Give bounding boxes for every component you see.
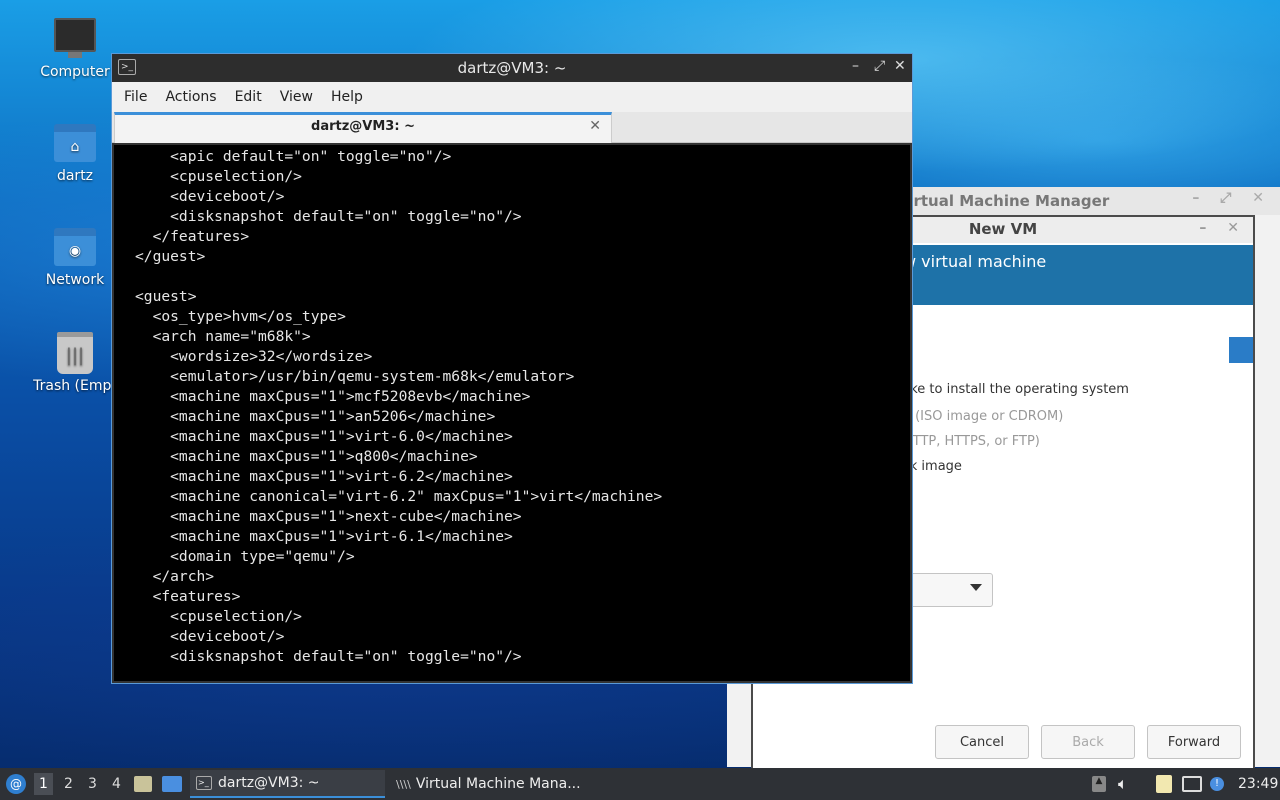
terminal-line: <cpuselection/>	[135, 168, 302, 185]
computer-icon	[54, 18, 96, 58]
network-icon	[1182, 776, 1202, 792]
file-manager-icon	[134, 776, 152, 792]
task-label: dartz@VM3: ~	[218, 775, 320, 791]
menu-help[interactable]: Help	[323, 89, 371, 105]
new-vm-window-controls[interactable]: – ✕	[1199, 220, 1247, 236]
option-network-install[interactable]: HTTP, HTTPS, or FTP)	[903, 434, 1040, 449]
show-desktop-button[interactable]	[162, 768, 182, 800]
terminal-line: <machine maxCpus="1">mcf5208evb</machine…	[135, 388, 531, 405]
desktop-icon-computer[interactable]: Computer	[25, 18, 125, 80]
terminal-line: <emulator>/usr/bin/qemu-system-m68k</emu…	[135, 368, 575, 385]
workspace-3[interactable]: 3	[88, 768, 97, 800]
desktop-icon-label: dartz	[56, 168, 94, 184]
terminal-line: <wordsize>32</wordsize>	[135, 348, 373, 365]
terminal-menubar: File Actions Edit View Help	[112, 82, 912, 112]
terminal-line: <apic default="on" toggle="no"/>	[135, 148, 452, 165]
terminal-line: <machine maxCpus="1">q800</machine>	[135, 448, 478, 465]
menu-actions[interactable]: Actions	[157, 89, 224, 105]
desktop-icon-label: Network	[45, 272, 105, 288]
desktop-icon-trash[interactable]: ||| Trash (Empt	[25, 332, 125, 394]
terminal-line: <cpuselection/>	[135, 608, 302, 625]
terminal-line: <disksnapshot default="on" toggle="no"/>	[135, 208, 522, 225]
menu-view[interactable]: View	[272, 89, 321, 105]
option-local-media[interactable]: a (ISO image or CDROM)	[903, 409, 1063, 424]
clipboard-tray[interactable]	[1156, 768, 1172, 800]
terminal-window: >_ dartz@VM3: ~ – ⤢ ✕ File Actions Edit …	[111, 53, 913, 684]
chevron-down-icon	[970, 584, 982, 591]
vmm-window-controls[interactable]: – ⤢ ✕	[1192, 190, 1272, 206]
forward-button[interactable]: Forward	[1147, 725, 1241, 759]
desktop-icon-label: Trash (Empt	[33, 378, 117, 394]
terminal-icon: >_	[196, 776, 212, 790]
taskbar: @ 1 2 3 4 >_ dartz@VM3: ~ \\\\ Virtual M…	[0, 768, 1280, 800]
terminal-line: <features>	[135, 588, 241, 605]
terminal-line: <machine maxCpus="1">virt-6.2</machine>	[135, 468, 513, 485]
workspace-2[interactable]: 2	[64, 768, 73, 800]
terminal-tabbar: dartz@VM3: ~ ✕	[112, 112, 912, 143]
maximize-button[interactable]: ⤢	[874, 58, 885, 74]
clipboard-icon	[1156, 775, 1172, 793]
close-tab-icon[interactable]: ✕	[589, 118, 601, 134]
new-vm-title: New VM	[968, 220, 1038, 238]
network-tray[interactable]	[1182, 768, 1202, 800]
architecture-select[interactable]	[903, 573, 993, 607]
terminal-tab[interactable]: dartz@VM3: ~ ✕	[114, 112, 612, 143]
menu-edit[interactable]: Edit	[227, 89, 270, 105]
terminal-line: <os_type>hvm</os_type>	[135, 308, 346, 325]
terminal-line: <machine canonical="virt-6.2" maxCpus="1…	[135, 488, 663, 505]
taskbar-task-terminal[interactable]: >_ dartz@VM3: ~	[190, 770, 385, 798]
terminal-output[interactable]: <apic default="on" toggle="no"/> <cpusel…	[114, 145, 910, 681]
notification-tray[interactable]: !	[1210, 768, 1224, 800]
terminal-line: <guest>	[135, 288, 197, 305]
terminal-line: <machine maxCpus="1">virt-6.0</machine>	[135, 428, 513, 445]
terminal-line: </guest>	[135, 248, 206, 265]
menu-file[interactable]: File	[116, 89, 155, 105]
eject-icon: ▲	[1092, 776, 1106, 792]
terminal-line: <disksnapshot default="on" toggle="no"/>	[135, 648, 522, 665]
terminal-icon: >_	[118, 59, 136, 75]
vmm-icon: \\\\	[396, 777, 411, 791]
vmm-title: Virtual Machine Manager	[897, 192, 1110, 210]
install-question: like to install the operating system	[903, 382, 1129, 397]
lxqt-logo-icon: @	[6, 774, 26, 794]
cancel-button[interactable]: Cancel	[935, 725, 1029, 759]
home-folder-icon: ⌂	[54, 124, 96, 162]
workspace-4[interactable]: 4	[112, 768, 121, 800]
network-folder-icon: ◉	[54, 228, 96, 266]
file-manager-launcher[interactable]	[134, 768, 152, 800]
terminal-line: <machine maxCpus="1">an5206</machine>	[135, 408, 496, 425]
tray-arrow-button[interactable]: ▲	[1092, 768, 1106, 800]
desktop-icon-home[interactable]: ⌂ dartz	[25, 124, 125, 184]
terminal-line: <deviceboot/>	[135, 628, 285, 645]
minimize-button[interactable]: –	[852, 58, 859, 74]
trash-icon: |||	[57, 332, 93, 374]
volume-icon[interactable]: 🔈︎	[1118, 768, 1128, 800]
terminal-title: dartz@VM3: ~	[457, 59, 567, 77]
terminal-line: <arch name="m68k">	[135, 328, 311, 345]
terminal-line: </features>	[135, 228, 250, 245]
terminal-line: <machine maxCpus="1">next-cube</machine>	[135, 508, 522, 525]
taskbar-task-vmm[interactable]: \\\\ Virtual Machine Mana...	[390, 770, 600, 798]
close-button[interactable]: ✕	[894, 58, 906, 74]
workspace-1[interactable]: 1	[34, 773, 53, 795]
desktop-icon-network[interactable]: ◉ Network	[25, 228, 125, 288]
info-icon: !	[1210, 777, 1224, 791]
back-button[interactable]: Back	[1041, 725, 1135, 759]
terminal-tab-label: dartz@VM3: ~	[311, 119, 415, 134]
terminal-line: </arch>	[135, 568, 215, 585]
terminal-line: <deviceboot/>	[135, 188, 285, 205]
desktop-icon	[162, 776, 182, 792]
terminal-line: <machine maxCpus="1">virt-6.1</machine>	[135, 528, 513, 545]
terminal-titlebar: >_ dartz@VM3: ~ – ⤢ ✕	[112, 54, 912, 82]
clock[interactable]: 23:49	[1238, 768, 1278, 800]
terminal-line: <domain type="qemu"/>	[135, 548, 355, 565]
step-indicator	[1229, 337, 1253, 363]
desktop-icon-label: Computer	[40, 64, 110, 80]
start-menu-button[interactable]: @	[6, 768, 26, 800]
task-label: Virtual Machine Mana...	[415, 776, 581, 792]
